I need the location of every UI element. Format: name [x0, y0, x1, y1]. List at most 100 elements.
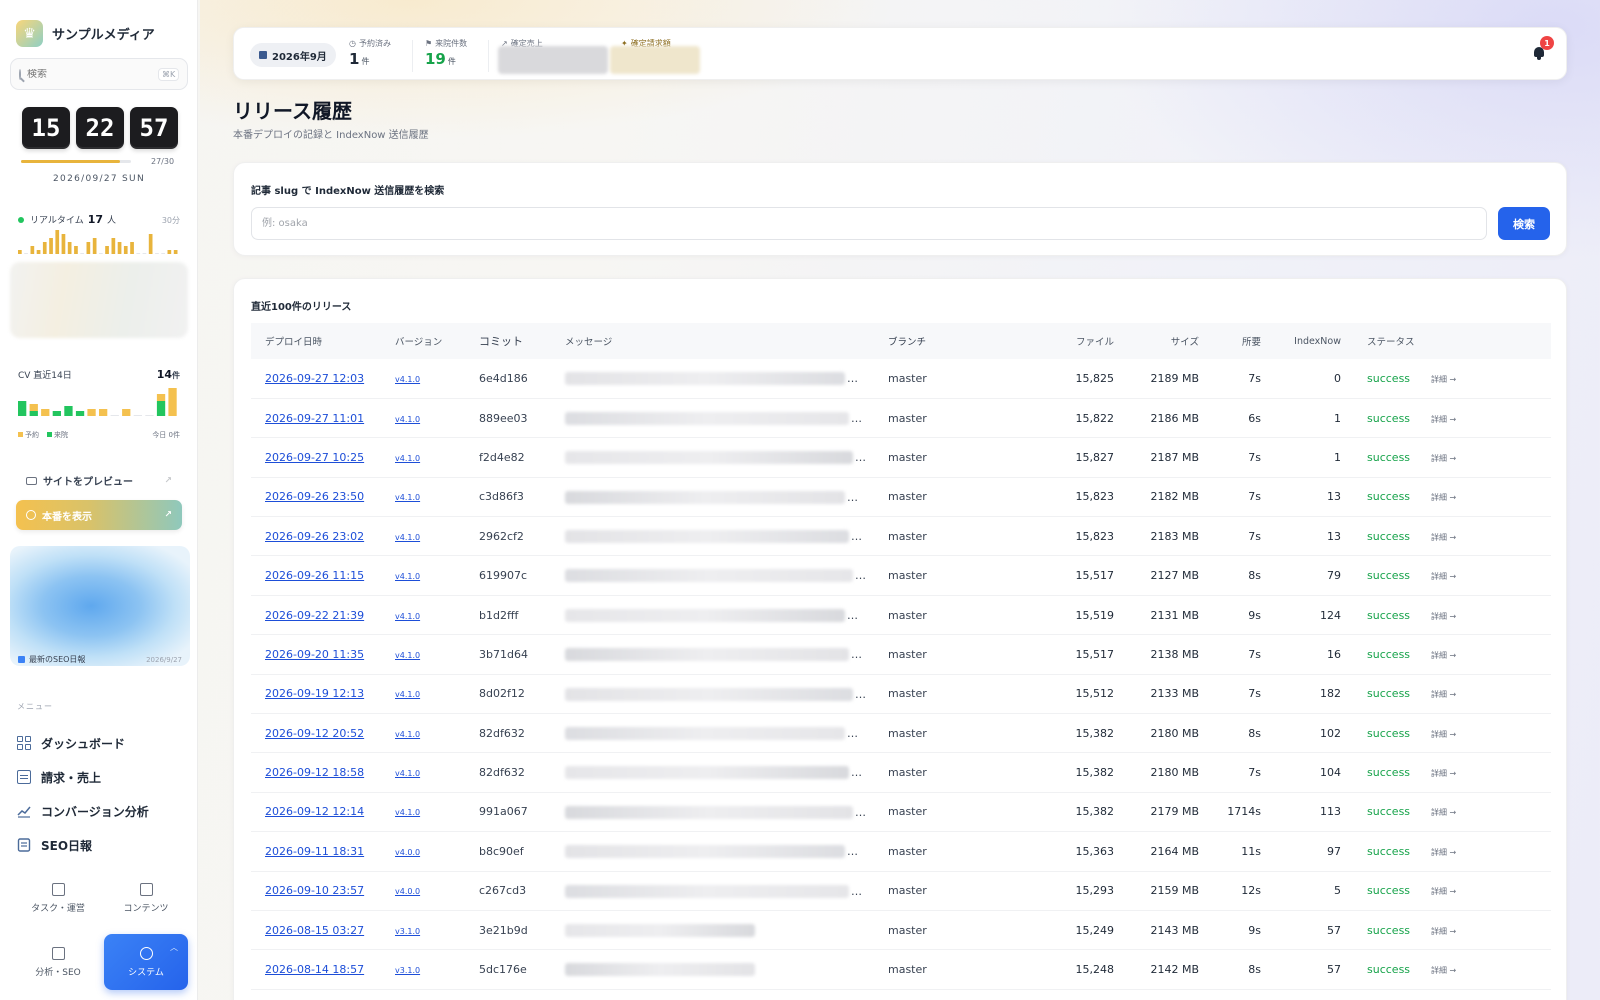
version-link[interactable]: v4.1.0 — [395, 730, 420, 739]
deploy-date-link[interactable]: 2026-09-12 12:14 — [265, 805, 364, 818]
table-row[interactable]: 2026-09-20 11:35 v4.1.0 3b71d64 … master 15,5… — [251, 635, 1551, 675]
detail-link[interactable]: 詳細 → — [1431, 769, 1456, 778]
version-link[interactable]: v3.1.0 — [395, 966, 420, 975]
nav-content[interactable]: コンテンツ — [104, 870, 188, 926]
version-link[interactable]: v4.1.0 — [395, 493, 420, 502]
cell-message — [565, 950, 888, 989]
version-link[interactable]: v4.1.0 — [395, 454, 420, 463]
table-row[interactable]: 2026-09-26 23:50 v4.1.0 c3d86f3 … master 15,8… — [251, 477, 1551, 517]
detail-link[interactable]: 詳細 → — [1431, 730, 1456, 739]
deploy-date-link[interactable]: 2026-09-20 11:35 — [265, 648, 364, 661]
deploy-date-link[interactable]: 2026-09-10 23:57 — [265, 884, 364, 897]
version-link[interactable]: v4.0.0 — [395, 848, 420, 857]
detail-link[interactable]: 詳細 → — [1431, 375, 1456, 384]
table-row[interactable]: 2026-09-19 12:13 v4.1.0 8d02f12 … master 15,5… — [251, 674, 1551, 714]
version-link[interactable]: v4.1.0 — [395, 533, 420, 542]
table-row[interactable]: 2026-09-27 10:25 v4.1.0 f2d4e82 … master 15,8… — [251, 438, 1551, 478]
version-link[interactable]: v4.1.0 — [395, 572, 420, 581]
detail-link[interactable]: 詳細 → — [1431, 848, 1456, 857]
detail-link[interactable]: 詳細 → — [1431, 690, 1456, 699]
table-row[interactable]: 2026-08-15 03:27 v3.1.0 3e21b9d master 15,24… — [251, 910, 1551, 950]
deploy-date-link[interactable]: 2026-09-27 12:03 — [265, 372, 364, 385]
detail-link[interactable]: 詳細 → — [1431, 651, 1456, 660]
deploy-date-link[interactable]: 2026-09-26 23:50 — [265, 490, 364, 503]
seo-report-thumbnail[interactable] — [10, 546, 190, 666]
deploy-date-link[interactable]: 2026-09-12 20:52 — [265, 727, 364, 740]
table-row[interactable]: 2026-09-12 12:14 v4.1.0 991a067 … master 15,3… — [251, 792, 1551, 832]
table-row[interactable]: 2026-09-26 11:15 v4.1.0 619907c … master 15,5… — [251, 556, 1551, 596]
version-link[interactable]: v4.1.0 — [395, 375, 420, 384]
sidebar-search-input[interactable] — [27, 68, 152, 80]
col-header-version[interactable]: バージョン — [395, 323, 479, 359]
col-header-branch[interactable]: ブランチ — [888, 323, 1004, 359]
version-link[interactable]: v4.0.0 — [395, 887, 420, 896]
brand[interactable]: ♛ サンプルメディア — [16, 20, 155, 47]
table-row[interactable]: 2026-09-27 11:01 v4.1.0 889ee03 … master 15,8… — [251, 398, 1551, 438]
deploy-date-link[interactable]: 2026-09-26 11:15 — [265, 569, 364, 582]
bar-chart-icon — [51, 946, 65, 960]
slug-search-input[interactable] — [251, 207, 1487, 240]
realtime-bar — [161, 253, 165, 254]
table-row[interactable]: 2026-09-10 23:57 v4.0.0 c267cd3 … master 15,2… — [251, 871, 1551, 911]
view-production-button[interactable]: 本番を表示 ↗ — [16, 500, 182, 530]
version-link[interactable]: v4.1.0 — [395, 612, 420, 621]
table-row[interactable]: 2026-09-22 21:39 v4.1.0 b1d2fff … master 15,5… — [251, 595, 1551, 635]
cell-date: 2026-09-26 11:15 — [251, 556, 395, 595]
deploy-date-link[interactable]: 2026-09-27 10:25 — [265, 451, 364, 464]
col-header-status[interactable]: ステータス — [1341, 323, 1431, 359]
seo-report-caption[interactable]: 最新のSEO日報 2026/9/27 — [18, 654, 182, 665]
nav-system[interactable]: ︿ システム — [104, 934, 188, 990]
menu-item-conversion[interactable]: コンバージョン分析 — [17, 794, 187, 828]
col-header-size[interactable]: サイズ — [1114, 323, 1199, 359]
detail-link[interactable]: 詳細 → — [1431, 966, 1456, 975]
deploy-date-link[interactable]: 2026-08-15 03:27 — [265, 924, 364, 937]
site-preview-link[interactable]: サイトをプレビュー ↗ — [26, 473, 172, 488]
search-button[interactable]: 検索 — [1498, 207, 1550, 240]
month-selector[interactable]: 2026年9月 — [250, 43, 336, 67]
nav-tasks[interactable]: タスク・運営 — [16, 870, 100, 926]
table-row[interactable]: 2026-09-11 18:31 v4.0.0 b8c90ef … master 15,3… — [251, 832, 1551, 872]
menu-item-billing[interactable]: 請求・売上 — [17, 760, 187, 794]
version-link[interactable]: v4.1.0 — [395, 769, 420, 778]
menu-item-dashboard[interactable]: ダッシュボード — [17, 726, 187, 760]
blurred-message — [565, 490, 845, 504]
deploy-date-link[interactable]: 2026-09-11 18:31 — [265, 845, 364, 858]
table-row[interactable]: 2026-08-14 18:57 v3.1.0 5dc176e master 15,24… — [251, 950, 1551, 990]
realtime-bar — [130, 242, 134, 254]
deploy-date-link[interactable]: 2026-09-26 23:02 — [265, 530, 364, 543]
col-header-files[interactable]: ファイル — [1004, 323, 1114, 359]
detail-link[interactable]: 詳細 → — [1431, 454, 1456, 463]
version-link[interactable]: v4.1.0 — [395, 690, 420, 699]
version-link[interactable]: v4.1.0 — [395, 651, 420, 660]
detail-link[interactable]: 詳細 → — [1431, 612, 1456, 621]
nav-analytics[interactable]: 分析・SEO — [16, 934, 100, 990]
col-header-message[interactable]: メッセージ — [565, 323, 888, 359]
col-header-date[interactable]: デプロイ日時 — [251, 323, 395, 359]
detail-link[interactable]: 詳細 → — [1431, 927, 1456, 936]
detail-link[interactable]: 詳細 → — [1431, 415, 1456, 424]
detail-link[interactable]: 詳細 → — [1431, 533, 1456, 542]
deploy-date-link[interactable]: 2026-09-27 11:01 — [265, 412, 364, 425]
deploy-date-link[interactable]: 2026-09-22 21:39 — [265, 609, 364, 622]
sidebar-search[interactable]: ⌘K — [10, 58, 188, 90]
version-link[interactable]: v4.1.0 — [395, 415, 420, 424]
detail-link[interactable]: 詳細 → — [1431, 808, 1456, 817]
version-link[interactable]: v3.1.0 — [395, 927, 420, 936]
col-header-duration[interactable]: 所要 — [1199, 323, 1261, 359]
col-header-indexnow[interactable]: IndexNow — [1261, 323, 1341, 359]
detail-link[interactable]: 詳細 → — [1431, 887, 1456, 896]
detail-link[interactable]: 詳細 → — [1431, 572, 1456, 581]
table-row[interactable]: 2026-09-26 23:02 v4.1.0 2962cf2 … master 15,8… — [251, 517, 1551, 556]
version-link[interactable]: v4.1.0 — [395, 808, 420, 817]
deploy-date-link[interactable]: 2026-08-14 18:57 — [265, 963, 364, 976]
cell-version: v4.1.0 — [395, 714, 479, 753]
deploy-date-link[interactable]: 2026-09-12 18:58 — [265, 766, 364, 779]
table-row[interactable]: 2026-09-27 12:03 v4.1.0 6e4d186 … master 15,8… — [251, 359, 1551, 399]
deploy-date-link[interactable]: 2026-09-19 12:13 — [265, 687, 364, 700]
detail-link[interactable]: 詳細 → — [1431, 493, 1456, 502]
col-header-commit[interactable]: コミット — [479, 323, 565, 359]
menu-item-seo-report[interactable]: SEO日報 — [17, 828, 187, 862]
table-row[interactable]: 2026-09-12 20:52 v4.1.0 82df632 … master 15,3… — [251, 714, 1551, 753]
cell-date: 2026-09-20 11:35 — [251, 635, 395, 674]
table-row[interactable]: 2026-09-12 18:58 v4.1.0 82df632 … master 15,3… — [251, 753, 1551, 793]
